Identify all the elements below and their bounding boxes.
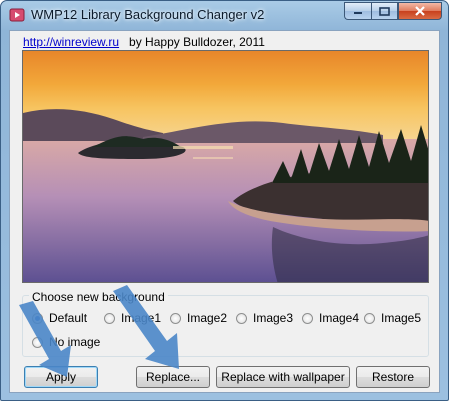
radio-indicator (236, 312, 247, 324)
radio-no-image[interactable]: No image (32, 335, 100, 349)
radio-label: Image1 (121, 311, 162, 325)
window-title: WMP12 Library Background Changer v2 (31, 7, 265, 22)
minimize-button[interactable] (344, 2, 371, 20)
replace-button[interactable]: Replace... (136, 366, 210, 388)
background-preview (22, 50, 429, 283)
caption-buttons (344, 2, 442, 21)
restore-button[interactable]: Restore (356, 366, 430, 388)
radio-image4[interactable]: Image4 (302, 311, 359, 325)
close-icon (415, 6, 425, 16)
maximize-icon (379, 6, 390, 16)
radio-image2[interactable]: Image2 (170, 311, 227, 325)
radio-indicator (170, 312, 181, 324)
radio-image3[interactable]: Image3 (236, 311, 293, 325)
apply-button[interactable]: Apply (24, 366, 98, 388)
landscape-preview-image (23, 51, 428, 282)
radio-indicator (104, 312, 115, 324)
radio-label: No image (49, 335, 101, 349)
maximize-button[interactable] (371, 2, 398, 20)
credits-line: http://winreview.ru by Happy Bulldozer, 2… (23, 35, 265, 49)
radio-image1[interactable]: Image1 (104, 311, 161, 325)
app-icon (9, 7, 25, 23)
radio-label: Image5 (381, 311, 422, 325)
radio-indicator (302, 312, 313, 324)
minimize-icon (354, 12, 362, 14)
replace-with-wallpaper-button[interactable]: Replace with wallpaper (216, 366, 350, 388)
app-window: WMP12 Library Background Changer v2 http… (0, 0, 449, 401)
radio-label: Image2 (187, 311, 228, 325)
radio-indicator (364, 312, 375, 324)
radio-indicator (32, 336, 43, 348)
radio-indicator (32, 312, 43, 324)
group-legend: Choose new background (29, 290, 168, 304)
radio-label: Image3 (253, 311, 294, 325)
author-text: by Happy Bulldozer, 2011 (129, 35, 265, 49)
client-area: http://winreview.ru by Happy Bulldozer, 2… (9, 30, 440, 393)
radio-label: Image4 (319, 311, 360, 325)
website-link[interactable]: http://winreview.ru (23, 35, 119, 49)
radio-default[interactable]: Default (32, 311, 87, 325)
close-button[interactable] (398, 2, 442, 20)
radio-label: Default (49, 311, 88, 325)
title-bar[interactable]: WMP12 Library Background Changer v2 (1, 1, 448, 29)
radio-image5[interactable]: Image5 (364, 311, 421, 325)
